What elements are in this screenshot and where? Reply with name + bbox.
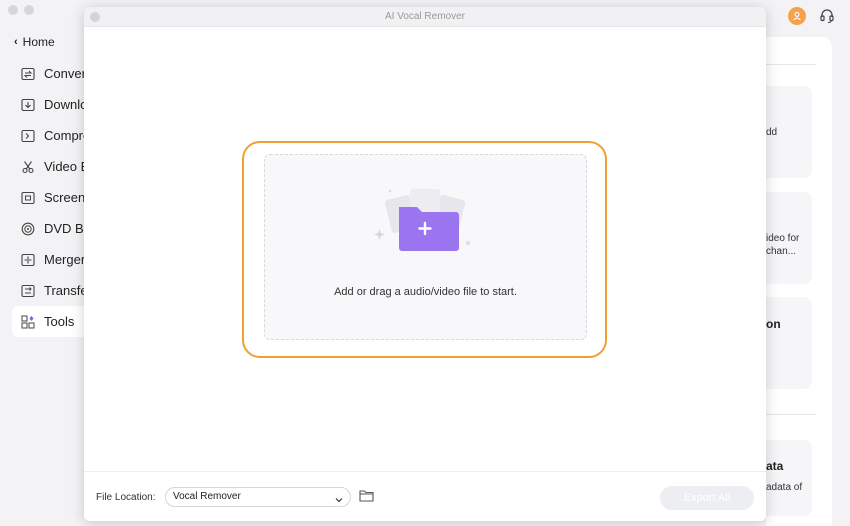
sidebar-item-label: Screen Recorder — [44, 190, 84, 205]
tool-card-title: ata — [766, 459, 784, 473]
scissors-icon — [20, 159, 35, 174]
panel-divider — [766, 64, 816, 65]
sidebar-nav: Convert Download Compress Video Editor S… — [0, 58, 84, 337]
sidebar-item-label: Tools — [44, 314, 75, 329]
file-location-select[interactable]: Vocal Remover — [165, 487, 351, 507]
drop-instructions: Add or drag a audio/video file to start. — [334, 286, 517, 298]
sidebar-item-label: Compress — [44, 128, 84, 143]
convert-icon — [20, 66, 35, 81]
disc-icon — [20, 221, 35, 236]
dialog-titlebar: AI Vocal Remover — [84, 7, 766, 27]
download-icon — [20, 97, 35, 112]
sidebar-item-dvd-burner[interactable]: DVD Burner — [0, 213, 84, 244]
home-label: Home — [22, 35, 55, 49]
panel-divider — [766, 414, 816, 415]
file-location-label: File Location: — [96, 492, 156, 503]
sidebar-item-tools[interactable]: Tools — [12, 306, 84, 337]
file-location-value: Vocal Remover — [173, 491, 241, 502]
tools-grid-icon — [20, 314, 35, 329]
tool-card-description: adata of — [766, 482, 803, 493]
dialog-footer: File Location: Vocal Remover Export All — [84, 471, 766, 521]
sidebar-item-transfer[interactable]: Transfer — [0, 275, 84, 306]
sidebar-item-video-editor[interactable]: Video Editor — [0, 151, 84, 182]
tool-card[interactable]: ata adata of — [766, 440, 812, 516]
tool-card[interactable]: dd — [766, 86, 812, 178]
chevron-left-icon: ‹ — [14, 36, 18, 48]
window-controls — [8, 5, 34, 15]
tool-card[interactable]: ideo for chan... — [766, 192, 812, 284]
screen-recorder-icon — [20, 190, 35, 205]
open-folder-icon[interactable] — [359, 489, 374, 503]
support-headset-icon[interactable] — [818, 7, 836, 25]
sidebar-item-screen-recorder[interactable]: Screen Recorder — [0, 182, 84, 213]
tool-card-description: ideo for — [766, 233, 800, 244]
export-all-button[interactable]: Export All — [660, 486, 754, 510]
tool-card-title: on — [766, 317, 781, 331]
home-link[interactable]: ‹ Home — [14, 35, 55, 49]
tool-card-description: dd — [766, 127, 778, 138]
top-right-icons — [788, 7, 836, 25]
chevron-down-icon — [335, 493, 343, 503]
sidebar-item-merger[interactable]: Merger — [0, 244, 84, 275]
user-avatar-icon[interactable] — [788, 7, 806, 25]
merge-icon — [20, 252, 35, 267]
sidebar-item-convert[interactable]: Convert — [0, 58, 84, 89]
sidebar-item-label: Convert — [44, 66, 84, 81]
file-drop-zone[interactable]: Add or drag a audio/video file to start. — [264, 154, 587, 340]
sidebar-item-label: Video Editor — [44, 159, 84, 174]
add-folder-icon — [370, 183, 480, 258]
close-window-button[interactable] — [8, 5, 18, 15]
compress-icon — [20, 128, 35, 143]
sidebar-item-label: Download — [44, 97, 84, 112]
sidebar-item-label: DVD Burner — [44, 221, 84, 236]
transfer-icon — [20, 283, 35, 298]
vocal-remover-dialog: AI Vocal Remover Add or drag a audio/vid… — [84, 7, 766, 521]
sidebar-item-compress[interactable]: Compress — [0, 120, 84, 151]
tool-card[interactable]: on — [766, 297, 812, 389]
sidebar-item-label: Merger — [44, 252, 84, 267]
sidebar-item-download[interactable]: Download — [0, 89, 84, 120]
minimize-window-button[interactable] — [24, 5, 34, 15]
dialog-title: AI Vocal Remover — [384, 11, 466, 22]
sidebar-item-label: Transfer — [44, 283, 84, 298]
tool-card-description: chan... — [766, 246, 797, 257]
